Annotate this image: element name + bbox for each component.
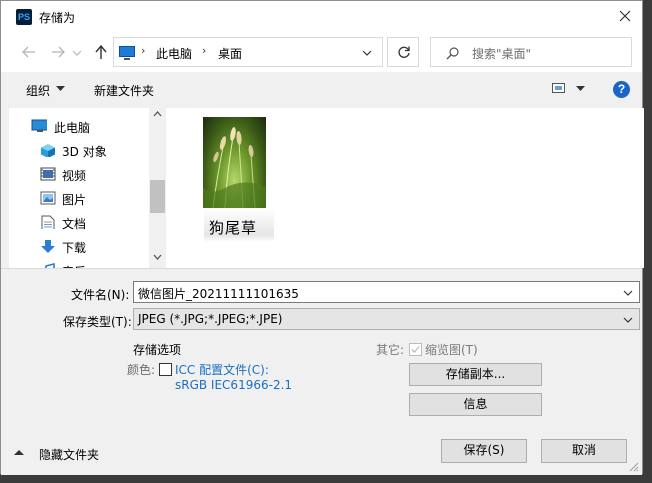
save-type-value: JPEG (*.JPG;*.JPEG;*.JPE) [138,312,283,326]
breadcrumb-this-pc[interactable]: 此电脑 [156,45,192,62]
sidebar-item-downloads[interactable]: 下载 [9,235,149,257]
chevron-down-icon[interactable] [623,290,633,296]
documents-icon [41,215,55,229]
checkmark-icon [411,346,420,353]
save-type-select[interactable]: JPEG (*.JPG;*.JPEG;*.JPE) [133,308,640,330]
download-arrow-icon [41,240,55,253]
chevron-down-icon [72,50,82,56]
color-label: 颜色: [127,363,156,377]
icc-profile-name: sRGB IEC61966-2.1 [175,378,293,392]
cube-3d-icon [41,144,55,157]
scroll-down-icon[interactable] [153,254,162,260]
address-bar[interactable]: › 此电脑 › 桌面 [113,37,383,67]
sidebar-item-music[interactable]: 音乐 [9,259,149,268]
sidebar-item-label: 此电脑 [54,121,91,135]
sidebar-item-label: 图片 [62,193,87,207]
title-bar: PS 存储为 [1,1,642,32]
icc-profile-label[interactable]: ICC 配置文件(C): [175,361,269,378]
breadcrumb-separator-icon: › [202,44,207,57]
save-copy-button[interactable]: 存储副本... [409,363,542,386]
sidebar-item-3d-objects[interactable]: 3D 对象 [9,139,149,161]
file-name-label[interactable]: 狗尾草 [209,217,257,238]
info-button[interactable]: 信息 [409,393,542,416]
save-type-label: 保存类型(T): [63,315,132,329]
save-button[interactable]: 保存(S) [441,439,527,463]
organize-menu[interactable]: 组织 [26,82,50,99]
filename-label: 文件名(N): [71,288,130,302]
cancel-button[interactable]: 取消 [541,439,627,463]
new-folder-button[interactable]: 新建文件夹 [94,82,154,99]
sidebar-item-documents[interactable]: 文档 [9,211,149,233]
save-as-dialog: PS 存储为 › 此电脑 › 桌面 搜索"桌面" 组织 新建文件夹 ? 此电脑 … [0,0,644,475]
view-options-caret-icon[interactable] [576,86,585,92]
save-options-form: 文件名(N): 微信图片_20211111101635 保存类型(T): JPE… [1,268,642,475]
scroll-up-icon[interactable] [153,111,162,117]
pictures-icon [40,191,56,205]
filename-value: 微信图片_20211111101635 [138,287,299,301]
sidebar-item-videos[interactable]: 视频 [9,163,149,185]
up-button[interactable] [91,42,111,62]
resize-grip-icon[interactable] [629,462,639,472]
breadcrumb-desktop[interactable]: 桌面 [218,45,242,62]
sidebar-item-this-pc[interactable]: 此电脑 [9,115,149,137]
sidebar-item-pictures[interactable]: 图片 [9,187,149,209]
forward-arrow-icon [52,46,65,58]
refresh-button[interactable] [387,37,419,67]
file-list-pane: 狗尾草 [166,108,644,268]
search-box[interactable]: 搜索"桌面" [430,37,632,67]
address-dropdown-icon[interactable] [361,47,373,59]
close-button[interactable] [612,4,638,28]
filename-input[interactable]: 微信图片_20211111101635 [133,281,640,303]
save-options-heading: 存储选项 [133,343,182,357]
sidebar-item-label: 文档 [62,217,87,231]
photoshop-app-icon: PS [16,9,32,25]
navigation-pane: 此电脑 3D 对象 视频 图片 文档 下载 音乐 [9,108,166,268]
file-thumbnail-image[interactable] [203,117,266,208]
forward-button[interactable] [48,42,68,62]
scrollbar-thumb[interactable] [150,180,165,213]
other-label: 其它: [376,343,405,357]
breadcrumb-separator-icon: › [141,44,146,57]
foxtail-grass-picture [203,127,266,208]
recent-locations-button[interactable] [71,42,83,62]
search-icon [446,47,459,60]
thumbnail-label: 缩览图(T) [425,343,478,357]
command-toolbar: 组织 新建文件夹 ? [1,72,642,108]
video-icon [40,167,56,181]
back-arrow-icon [22,46,35,58]
close-icon [619,10,631,22]
change-view-icon[interactable] [552,83,565,93]
chevron-up-icon[interactable] [14,449,24,456]
navigation-bar: › 此电脑 › 桌面 搜索"桌面" [1,32,642,72]
thumbnail-checkbox[interactable] [409,343,422,356]
refresh-icon [398,46,410,58]
navigation-scrollbar[interactable] [149,108,166,268]
chevron-down-icon[interactable] [623,317,633,323]
sidebar-item-label: 3D 对象 [62,145,107,159]
dialog-title: 存储为 [39,11,76,25]
up-arrow-icon [95,44,107,59]
back-button[interactable] [19,42,39,62]
computer-icon [119,46,135,60]
help-icon[interactable]: ? [613,81,630,98]
sidebar-item-label: 视频 [62,169,87,183]
caret-down-icon[interactable] [56,86,65,92]
hide-folders-toggle[interactable]: 隐藏文件夹 [39,446,99,463]
computer-icon [31,119,47,132]
sidebar-item-label: 下载 [62,241,87,255]
icc-profile-checkbox[interactable] [159,363,172,376]
search-placeholder: 搜索"桌面" [472,47,532,61]
